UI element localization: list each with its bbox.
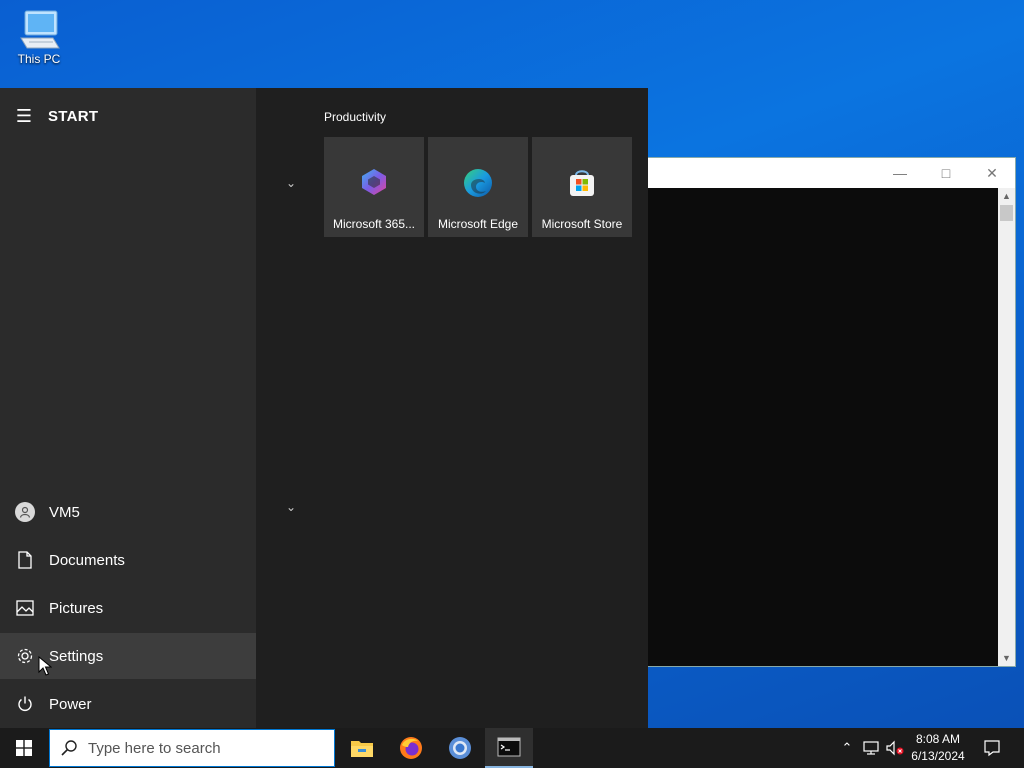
gear-icon: [17, 648, 32, 664]
nav-item-user[interactable]: VM5: [0, 489, 256, 535]
window-titlebar[interactable]: — □ ✕: [648, 158, 1015, 188]
taskbar-clock[interactable]: 8:08 AM 6/13/2024: [906, 731, 970, 765]
taskbar-search-box[interactable]: [49, 729, 335, 767]
power-icon: [17, 696, 32, 711]
start-menu: ☰ START VM5 Documents Pictures Settings …: [0, 88, 648, 728]
nav-item-label: VM5: [49, 503, 80, 521]
nav-item-label: Pictures: [49, 599, 104, 617]
scroll-down-icon[interactable]: ▼: [998, 650, 1015, 666]
chevron-down-icon[interactable]: ⌄: [286, 176, 296, 190]
close-button[interactable]: ✕: [969, 158, 1015, 188]
taskbar-app-terminal[interactable]: [485, 728, 533, 768]
microsoft-365-icon: [362, 169, 386, 195]
start-title: START: [48, 107, 99, 125]
taskbar-app-firefox[interactable]: [387, 728, 435, 768]
search-icon: [61, 740, 77, 756]
taskbar: ⌃ 8:08 AM 6/13/2024: [0, 728, 1024, 768]
windows-logo-icon: [16, 740, 32, 756]
edge-icon: [464, 169, 492, 197]
search-input[interactable]: [88, 739, 318, 757]
document-icon: [17, 551, 32, 569]
mouse-cursor-icon: [38, 656, 52, 676]
volume-muted-icon[interactable]: [884, 728, 906, 768]
tile-microsoft-edge[interactable]: Microsoft Edge: [428, 137, 528, 237]
nav-item-documents[interactable]: Documents: [0, 537, 256, 583]
nav-item-label: Settings: [49, 647, 104, 665]
terminal-icon: [497, 737, 521, 757]
minimize-button[interactable]: —: [877, 158, 923, 188]
start-menu-sidebar: ☰ START VM5 Documents Pictures Settings …: [0, 88, 256, 728]
hamburger-menu-icon[interactable]: ☰: [0, 100, 48, 132]
start-header: ☰ START: [0, 100, 98, 132]
clock-time: 8:08 AM: [915, 732, 961, 746]
store-icon: [570, 170, 594, 196]
tile-microsoft-store[interactable]: Microsoft Store: [532, 137, 632, 237]
show-hidden-icons-icon[interactable]: ⌃: [838, 728, 856, 768]
console-window[interactable]: — □ ✕ ▲ ▼: [647, 157, 1016, 667]
file-explorer-icon: [351, 741, 373, 757]
network-icon[interactable]: [860, 728, 882, 768]
tile-label: Microsoft 365...: [332, 217, 416, 231]
pictures-icon: [15, 600, 34, 616]
firefox-icon: [400, 737, 422, 759]
chevron-down-icon[interactable]: ⌄: [286, 500, 296, 514]
desktop-icon-label: This PC: [17, 52, 61, 66]
desktop-icon-this-pc[interactable]: This PC: [8, 8, 70, 66]
clock-date: 6/13/2024: [911, 749, 965, 763]
user-avatar-icon: [14, 502, 35, 522]
nav-item-pictures[interactable]: Pictures: [0, 585, 256, 631]
tile-label: Microsoft Edge: [437, 217, 519, 231]
taskbar-app-file-explorer[interactable]: [338, 728, 386, 768]
start-button[interactable]: [0, 728, 48, 768]
tile-microsoft-365[interactable]: Microsoft 365...: [324, 137, 424, 237]
taskbar-app-chrome[interactable]: [436, 728, 484, 768]
nav-item-label: Documents: [49, 551, 125, 569]
scroll-up-icon[interactable]: ▲: [998, 188, 1015, 204]
console-body[interactable]: [648, 188, 998, 666]
maximize-button[interactable]: □: [923, 158, 969, 188]
tile-label: Microsoft Store: [541, 217, 623, 231]
nav-item-power[interactable]: Power: [0, 681, 256, 727]
nav-item-label: Power: [49, 695, 92, 713]
vertical-scrollbar[interactable]: ▲ ▼: [998, 188, 1015, 666]
computer-icon: [20, 10, 60, 49]
scroll-thumb[interactable]: [1000, 205, 1013, 221]
tile-group-title: Productivity: [324, 110, 387, 124]
action-center-icon[interactable]: [978, 728, 1006, 768]
chrome-icon: [449, 737, 471, 759]
